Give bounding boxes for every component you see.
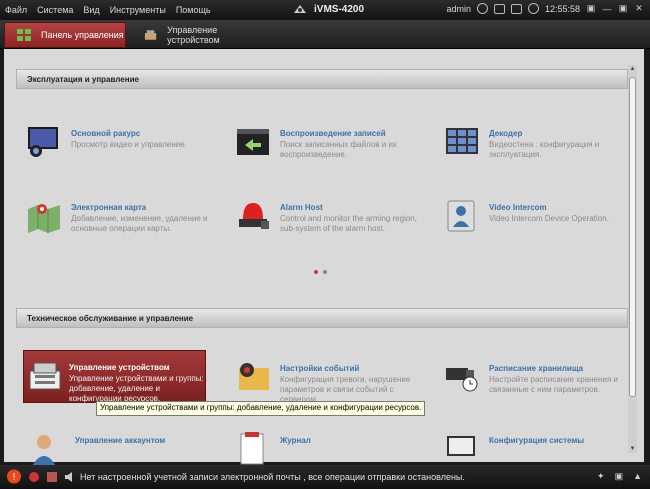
module-title: Декодер [489,129,523,138]
module-desc: Поиск записанных файлов и их воспроизвед… [280,140,397,159]
module-main-view[interactable]: Основной ракурс Просмотр видео и управле… [26,125,216,175]
warning-icon[interactable]: ! [6,469,22,484]
control-panel: Эксплуатация и управление Основной ракур… [4,49,644,466]
section-operations-header: Эксплуатация и управление [16,69,628,89]
tab-bar: Панель управления Управление устройством [0,20,650,49]
app-title-area: iVMS-4200 [292,3,364,15]
emap-icon [28,204,60,233]
monitor-icon[interactable] [493,3,505,14]
app-title: iVMS-4200 [314,3,365,15]
alarm-icon[interactable] [28,471,40,483]
playback-icon [237,129,269,155]
module-title: Электронная карта [71,203,147,212]
module-emap[interactable]: Электронная карта Добавление, изменение,… [26,199,216,249]
module-playback[interactable]: Воспроизведение записей Поиск записанных… [235,125,425,175]
menu-system[interactable]: Система [37,5,73,15]
account-icon [32,435,56,466]
module-desc: Control and monitor the arming region, s… [280,214,417,233]
minimize-button[interactable]: — [602,4,612,14]
scroll-up-icon[interactable]: ▲ [629,66,636,72]
status-right-buttons: ✦ ▣ ▲ [597,471,642,482]
globe-icon[interactable] [476,3,488,14]
menu-file[interactable]: Файл [5,5,27,15]
vertical-scrollbar[interactable]: ▲ ▼ [628,65,637,453]
video-intercom-icon [447,200,475,232]
module-alarm-host[interactable]: Alarm Host Control and monitor the armin… [235,199,425,249]
speaker-icon[interactable] [64,471,76,483]
menu-view[interactable]: Вид [83,5,99,15]
alarm-host-icon [239,203,269,229]
module-title: Основной ракурс [71,129,141,138]
window-icon[interactable]: ▣ [615,471,624,482]
module-title: Расписание хранилища [489,364,584,373]
tooltip: Управление устройствами и группы: добавл… [96,401,426,416]
scrollbar-thumb[interactable] [629,77,636,397]
module-title: Журнал [280,436,311,445]
page-indicator [314,270,327,274]
main-view-icon [28,127,58,157]
camera-logo-icon [294,5,306,13]
module-desc: Просмотр видео и управление. [71,140,187,149]
menu-help[interactable]: Помощь [176,5,211,15]
status-icons: ! [6,469,76,484]
module-title: Video Intercom [489,203,547,212]
module-title: Управление аккаунтом [75,436,166,445]
module-video-intercom[interactable]: Video Intercom Video Intercom Device Ope… [444,199,634,249]
device-icon [144,30,157,40]
lock-icon[interactable]: ▣ [586,3,596,14]
scroll-down-icon[interactable]: ▼ [629,446,636,452]
event-settings-icon [239,363,269,390]
tab-control-panel[interactable]: Панель управления [4,22,126,48]
system-config-icon [447,436,475,456]
svg-text:!: ! [13,472,16,483]
status-bar: ! Нет настроенной учетной записи электро… [0,465,650,489]
menu-tools[interactable]: Инструменты [110,5,166,15]
module-title: Управление устройством [69,363,170,372]
log-icon [240,432,264,465]
module-title: Настройки событий [280,364,360,373]
section-maintenance-header: Техническое обслуживание и управление [16,308,628,328]
tab-device-management-label: Управление устройством [167,25,220,45]
module-desc: Добавление, изменение, удаление и основн… [71,214,208,233]
menubar-right: admin 12:55:58 ▣ — ▣ ✕ [446,3,644,14]
storage-schedule-icon [446,368,478,392]
module-decoder[interactable]: Декодер Видеостена : конфигурация и эксп… [444,125,634,175]
module-storage-schedule[interactable]: Расписание хранилища Настройте расписани… [444,360,634,410]
cpu-icon[interactable] [510,3,522,14]
collapse-icon[interactable]: ▲ [633,471,642,482]
main-menu: Файл Система Вид Инструменты Помощь [5,5,221,15]
tab-device-management[interactable]: Управление устройством [136,22,266,48]
tab-control-panel-label: Панель управления [41,30,124,40]
clock-time: 12:55:58 [544,3,580,14]
record-icon[interactable] [46,471,58,483]
module-desc: Настройте расписание хранения и связанны… [489,375,618,394]
module-title: Конфигурация системы [489,436,585,445]
user-name: admin [446,3,471,14]
pin-icon[interactable]: ✦ [597,471,605,482]
module-title: Воспроизведение записей [280,129,386,138]
menu-bar: Файл Система Вид Инструменты Помощь iVMS… [0,0,650,20]
module-desc: Управление устройствами и группы: добавл… [69,374,204,403]
status-message: Нет настроенной учетной записи электронн… [80,472,465,482]
grid-icon [17,29,31,41]
module-desc: Video Intercom Device Operation. [489,214,609,223]
restore-button[interactable]: ▣ [618,3,628,14]
module-desc: Видеостена : конфигурация и эксплуатация… [489,140,600,159]
decoder-icon [446,128,478,154]
module-device-management[interactable]: Управление устройством Управление устрой… [23,350,206,403]
module-title: Alarm Host [280,203,323,212]
clock-icon [527,3,539,14]
page-dot[interactable] [323,270,327,274]
page-dot[interactable] [314,270,318,274]
close-button[interactable]: ✕ [634,3,644,14]
device-management-icon [29,362,61,390]
